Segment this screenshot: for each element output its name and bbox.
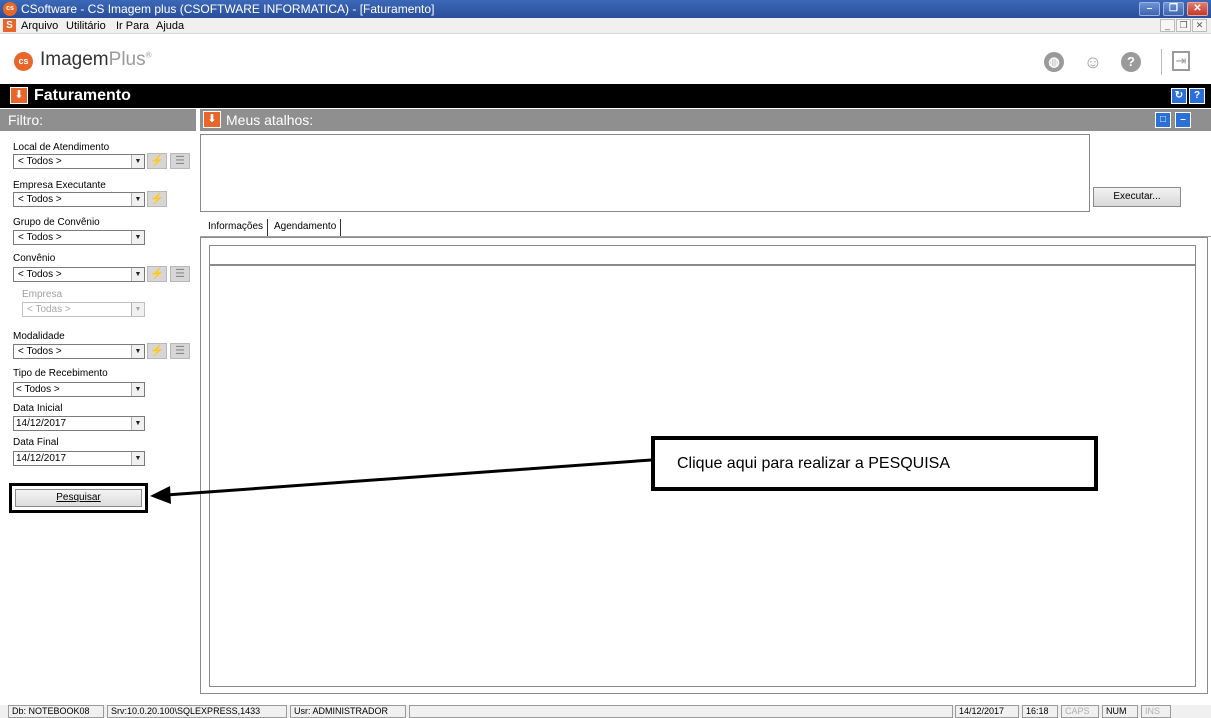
- status-db: Db: NOTEBOOK08: [8, 705, 104, 718]
- annotation-callout: Clique aqui para realizar a PESQUISA: [651, 436, 1098, 491]
- status-caps: CAPS: [1061, 705, 1099, 718]
- annotation-text: Clique aqui para realizar a PESQUISA: [677, 455, 951, 472]
- annotation-arrow: [150, 458, 652, 504]
- status-time: 16:18: [1022, 705, 1058, 718]
- status-bar: Db: NOTEBOOK08 Srv:10.0.20.100\SQLEXPRES…: [0, 705, 1211, 718]
- status-num: NUM: [1102, 705, 1138, 718]
- arrow-line: [165, 458, 652, 497]
- status-empty: [409, 705, 953, 718]
- arrow-head: [150, 486, 171, 504]
- status-server: Srv:10.0.20.100\SQLEXPRESS,1433: [107, 705, 287, 718]
- status-user: Usr: ADMINISTRADOR: [290, 705, 406, 718]
- status-ins: INS: [1141, 705, 1171, 718]
- status-date: 14/12/2017: [955, 705, 1019, 718]
